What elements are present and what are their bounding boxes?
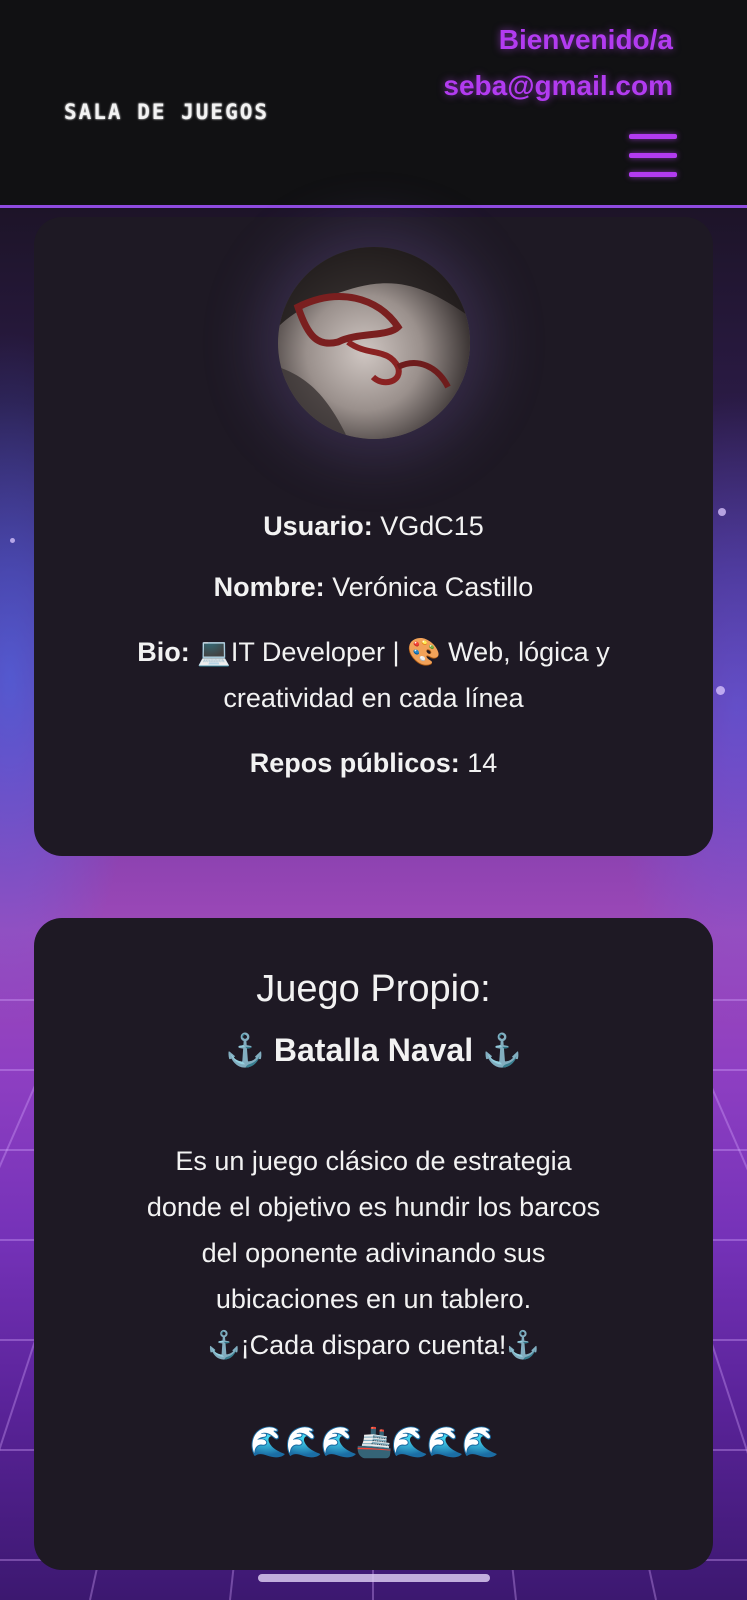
profile-name: Nombre: Verónica Castillo <box>34 568 713 606</box>
waves-decoration: 🌊🌊🌊🚢🌊🌊🌊 <box>249 1426 499 1459</box>
avatar-photo <box>278 247 470 439</box>
profile-info: Usuario: VGdC15 Nombre: Verónica Castill… <box>34 507 713 805</box>
game-description: Es un juego clásico de estrategia donde … <box>34 1138 713 1368</box>
bio-label: Bio: <box>137 637 190 667</box>
welcome-text: Bienvenido/a <box>498 24 673 55</box>
game-title: Juego Propio: <box>256 968 491 1010</box>
background-star <box>10 538 15 543</box>
repos-label: Repos públicos: <box>249 748 460 778</box>
profile-card: Usuario: VGdC15 Nombre: Verónica Castill… <box>34 217 713 856</box>
username-value: VGdC15 <box>380 511 484 541</box>
background-star <box>716 686 725 695</box>
profile-repos: Repos públicos: 14 <box>34 744 713 782</box>
name-label: Nombre: <box>213 572 325 602</box>
name-value: Verónica Castillo <box>332 572 534 602</box>
profile-bio: Bio: 💻IT Developer | 🎨 Web, lógica y cre… <box>134 629 614 721</box>
menu-bar <box>629 172 677 177</box>
profile-username: Usuario: VGdC15 <box>34 507 713 545</box>
repos-value: 14 <box>467 748 498 778</box>
menu-bar <box>629 134 677 139</box>
hamburger-menu-icon[interactable] <box>629 130 677 182</box>
brand-title[interactable]: SALA DE JUEGOS <box>64 100 269 124</box>
game-card: Juego Propio: ⚓ Batalla Naval ⚓ Es un ju… <box>34 918 713 1570</box>
bio-value: 💻IT Developer | 🎨 Web, lógica y creativi… <box>197 637 610 713</box>
username-label: Usuario: <box>263 511 373 541</box>
game-tagline: ⚓¡Cada disparo cuenta!⚓ <box>207 1330 540 1360</box>
top-header: SALA DE JUEGOS Bienvenido/a seba@gmail.c… <box>0 0 747 208</box>
avatar-glow <box>278 247 470 439</box>
background-star <box>718 508 726 516</box>
game-subtitle[interactable]: ⚓ Batalla Naval ⚓ <box>34 1030 713 1070</box>
game-description-text: Es un juego clásico de estrategia donde … <box>146 1146 601 1314</box>
user-email: seba@gmail.com <box>443 70 673 101</box>
avatar <box>278 247 470 439</box>
menu-bar <box>629 153 677 158</box>
home-indicator[interactable] <box>258 1574 490 1582</box>
